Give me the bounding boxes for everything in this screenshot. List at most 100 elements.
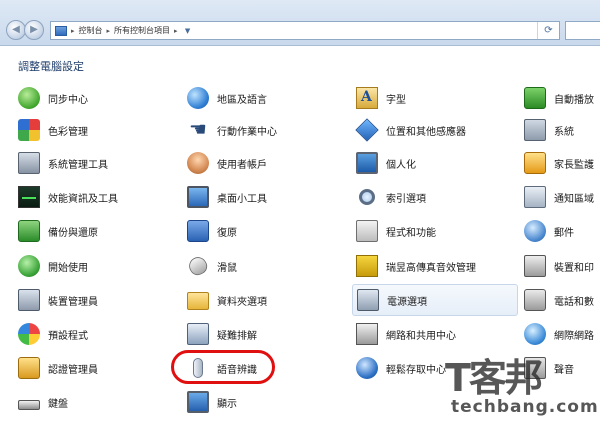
action-center-icon xyxy=(187,117,209,141)
recovery-icon xyxy=(187,220,209,242)
cp-item-recovery[interactable]: 復原 xyxy=(187,219,237,243)
cp-item-performance[interactable]: 效能資訊及工具 xyxy=(18,185,118,209)
address-bar[interactable]: ▸ 控制台 ▸ 所有控制台項目 ▸ ▼ ⟳ xyxy=(50,21,560,40)
cp-item-label: 程式和功能 xyxy=(386,227,436,239)
cp-item-desktop-gadgets[interactable]: 桌面小工具 xyxy=(187,185,267,209)
breadcrumb-separator: ▸ xyxy=(174,26,178,35)
cp-item-programs-features[interactable]: 程式和功能 xyxy=(356,219,436,243)
cp-item-label: 個人化 xyxy=(386,159,416,171)
cp-item-realtek-audio[interactable]: 瑞昱高傳真音效管理 xyxy=(356,254,476,278)
cp-item-label: 家長監護 xyxy=(554,159,594,171)
cp-item-label: 備份與還原 xyxy=(48,227,98,239)
cp-item-devices-printers[interactable]: 裝置和印 xyxy=(524,254,594,278)
autoplay-icon xyxy=(524,87,546,109)
cp-item-label: 系統 xyxy=(554,126,574,138)
cp-item-power-options[interactable]: 電源選項 xyxy=(352,284,518,316)
control-panel-icon xyxy=(55,25,67,36)
cp-item-label: 網路和共用中心 xyxy=(386,330,456,342)
credential-manager-icon xyxy=(18,357,40,379)
cp-item-label: 滑鼠 xyxy=(217,262,237,274)
cp-item-label: 行動作業中心 xyxy=(217,126,277,138)
watermark-logo: T客邦 xyxy=(445,356,543,400)
cp-item-label: 網際網路 xyxy=(554,330,594,342)
cp-item-label: 電源選項 xyxy=(387,296,427,308)
cp-item-troubleshooting[interactable]: 疑難排解 xyxy=(187,322,257,346)
cp-item-default-programs[interactable]: 預設程式 xyxy=(18,322,88,346)
refresh-icon[interactable]: ⟳ xyxy=(537,22,559,39)
cp-item-label: 鍵盤 xyxy=(48,398,68,410)
cp-item-backup-restore[interactable]: 備份與還原 xyxy=(18,219,98,243)
power-options-icon xyxy=(357,289,379,311)
cp-item-color-management[interactable]: 色彩管理 xyxy=(18,118,88,142)
cp-item-admin-tools[interactable]: 系統管理工具 xyxy=(18,151,108,175)
forward-button[interactable]: ▶ xyxy=(24,20,44,40)
cp-item-location-sensors[interactable]: 位置和其他感應器 xyxy=(355,118,466,142)
cp-item-mouse[interactable]: 滑鼠 xyxy=(185,253,237,279)
cp-item-label: 系統管理工具 xyxy=(48,159,108,171)
cp-item-label: 輕鬆存取中心 xyxy=(386,364,446,376)
cp-item-autoplay[interactable]: 自動播放 xyxy=(524,86,594,110)
cp-item-phone-modem[interactable]: 電話和數 xyxy=(524,288,594,312)
mail-icon xyxy=(524,220,546,242)
region-language-icon xyxy=(187,87,209,109)
cp-item-keyboard[interactable]: 鍵盤 xyxy=(18,390,68,414)
page-title: 調整電腦設定 xyxy=(18,60,84,73)
address-dropdown-icon[interactable]: ▼ xyxy=(182,22,194,39)
desktop-gadgets-icon xyxy=(187,186,209,208)
cp-item-device-manager[interactable]: 裝置管理員 xyxy=(18,288,98,312)
cp-item-sync-center[interactable]: 同步中心 xyxy=(18,86,88,110)
parental-controls-icon xyxy=(524,152,546,174)
cp-item-label: 裝置和印 xyxy=(554,262,594,274)
phone-modem-icon xyxy=(524,289,546,311)
backup-restore-icon xyxy=(18,220,40,242)
keyboard-icon xyxy=(18,400,40,410)
location-sensors-icon xyxy=(355,118,379,142)
fonts-icon xyxy=(356,87,378,109)
cp-item-display[interactable]: 顯示 xyxy=(187,390,237,414)
folder-options-icon xyxy=(187,292,209,310)
cp-item-getting-started[interactable]: 開始使用 xyxy=(18,254,88,278)
cp-item-label: 復原 xyxy=(217,227,237,239)
cp-item-action-center[interactable]: 行動作業中心 xyxy=(187,117,277,142)
cp-item-label: 同步中心 xyxy=(48,94,88,106)
cp-item-label: 認證管理員 xyxy=(48,364,98,376)
cp-item-folder-options[interactable]: 資料夾選項 xyxy=(187,288,267,312)
devices-printers-icon xyxy=(524,255,546,277)
cp-item-network-sharing[interactable]: 網路和共用中心 xyxy=(356,322,456,346)
cp-item-label: 字型 xyxy=(386,94,406,106)
breadcrumb-separator: ▸ xyxy=(106,26,111,35)
cp-item-notification-area[interactable]: 通知區域 xyxy=(524,185,594,209)
cp-item-personalization[interactable]: 個人化 xyxy=(356,151,416,175)
realtek-audio-icon xyxy=(356,255,378,277)
cp-item-label: 瑞昱高傳真音效管理 xyxy=(386,262,476,274)
cp-item-label: 色彩管理 xyxy=(48,126,88,138)
cp-item-label: 效能資訊及工具 xyxy=(48,193,118,205)
cp-item-mail[interactable]: 郵件 xyxy=(524,219,574,243)
programs-features-icon xyxy=(356,220,378,242)
back-button[interactable]: ◀ xyxy=(6,20,26,40)
cp-item-label: 通知區域 xyxy=(554,193,594,205)
indexing-options-icon xyxy=(359,189,375,205)
color-management-icon xyxy=(18,119,40,141)
breadcrumb-all-items[interactable]: 所有控制台項目 xyxy=(114,25,170,36)
cp-item-ease-of-access[interactable]: 輕鬆存取中心 xyxy=(356,356,446,380)
cp-item-indexing-options[interactable]: 索引選項 xyxy=(356,185,426,209)
internet-options-icon xyxy=(524,323,546,345)
cp-item-fonts[interactable]: 字型 xyxy=(356,86,406,110)
cp-item-label: 自動播放 xyxy=(554,94,594,106)
getting-started-icon xyxy=(18,255,40,277)
search-input[interactable] xyxy=(565,21,600,40)
watermark-url: techbang.com xyxy=(451,397,599,417)
cp-item-credential-manager[interactable]: 認證管理員 xyxy=(18,356,98,380)
cp-item-system[interactable]: 系統 xyxy=(524,118,574,142)
cp-item-label: 使用者帳戶 xyxy=(217,159,267,171)
cp-item-user-accounts[interactable]: 使用者帳戶 xyxy=(187,151,267,175)
cp-item-parental-controls[interactable]: 家長監護 xyxy=(524,151,594,175)
cp-item-label: 顯示 xyxy=(217,398,237,410)
cp-item-region-language[interactable]: 地區及語言 xyxy=(187,86,267,110)
network-sharing-icon xyxy=(356,323,378,345)
cp-item-internet-options[interactable]: 網際網路 xyxy=(524,322,594,346)
device-manager-icon xyxy=(18,289,40,311)
breadcrumb-control-panel[interactable]: 控制台 xyxy=(79,25,103,36)
notification-area-icon xyxy=(524,186,546,208)
